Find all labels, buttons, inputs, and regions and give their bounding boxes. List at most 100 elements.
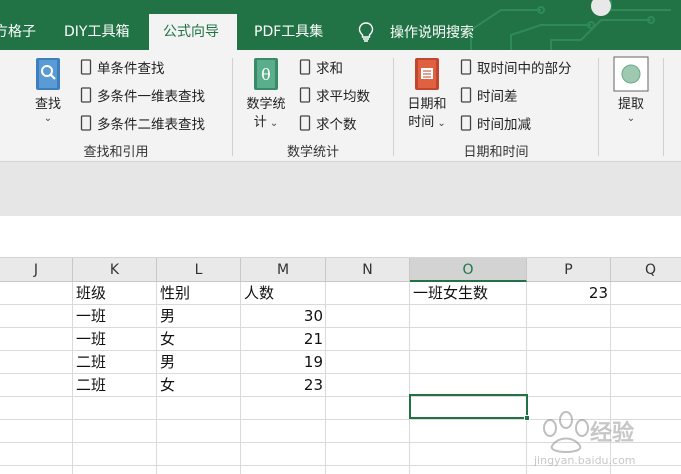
multi-condition-2d-lookup-button[interactable]: 多条件二维表查找 [80, 112, 205, 134]
grid-cell[interactable] [326, 305, 410, 328]
column-header-m[interactable]: M [241, 258, 326, 282]
table-header-count[interactable]: 人数 [241, 282, 326, 305]
grid-cell[interactable] [73, 443, 157, 466]
table-header-gender[interactable]: 性别 [157, 282, 241, 305]
grid-cell[interactable] [0, 328, 73, 351]
grid-cell[interactable] [0, 351, 73, 374]
grid-cell[interactable] [326, 282, 410, 305]
theta-book-icon: θ [254, 58, 278, 90]
active-cell-selection[interactable] [409, 394, 530, 421]
multi-condition-1d-lookup-button[interactable]: 多条件一维表查找 [80, 84, 205, 106]
column-header-n[interactable]: N [326, 258, 410, 282]
grid-cell[interactable] [0, 420, 73, 443]
result-label-cell[interactable]: 一班女生数 [410, 282, 527, 305]
grid-cell[interactable] [157, 466, 241, 474]
count-button[interactable]: 求个数 [299, 112, 357, 134]
grid-cell[interactable] [611, 374, 681, 397]
grid-cell[interactable] [73, 420, 157, 443]
grid-cell[interactable] [410, 420, 527, 443]
table-row[interactable]: 30 [241, 305, 326, 328]
group-datetime: 日期和 时间 ⌄ 取时间中的部分 时间差 时间加减 日期和时间 [394, 50, 598, 162]
bookmark-icon [299, 87, 311, 103]
grid-cell[interactable] [527, 328, 611, 351]
math-stats-label-1: 数学统 [246, 97, 286, 112]
math-stats-label-2: 计 [253, 115, 267, 130]
table-row[interactable]: 女 [157, 328, 241, 351]
grid-cell[interactable] [527, 351, 611, 374]
grid-cell[interactable] [0, 374, 73, 397]
baidu-jingyan-watermark-icon: 经验 jingyan.baidu.com [533, 411, 636, 467]
column-header-j[interactable]: J [0, 258, 73, 282]
table-row[interactable]: 19 [241, 351, 326, 374]
chevron-down-icon: ⌄ [43, 113, 53, 124]
math-stats-button[interactable]: θ 数学统 计 ⌄ [241, 56, 291, 132]
tab-fanggezi[interactable]: 方格子 [0, 14, 36, 50]
column-header-k[interactable]: K [73, 258, 157, 282]
grid-cell[interactable] [241, 420, 326, 443]
column-header-p[interactable]: P [527, 258, 611, 282]
table-row[interactable]: 一班 [73, 328, 157, 351]
table-row[interactable]: 23 [241, 374, 326, 397]
grid-cell[interactable] [73, 397, 157, 420]
grid-cell[interactable] [410, 328, 527, 351]
table-row[interactable]: 男 [157, 351, 241, 374]
tab-diy-toolbox[interactable]: DIY工具箱 [64, 14, 129, 50]
grid-cell[interactable] [0, 282, 73, 305]
table-row[interactable]: 二班 [73, 351, 157, 374]
column-header-q[interactable]: Q [611, 258, 681, 282]
grid-cell[interactable] [0, 466, 73, 474]
grid-cell[interactable] [326, 328, 410, 351]
single-condition-lookup-label: 单条件查找 [97, 61, 165, 77]
column-header-o[interactable]: O [410, 258, 527, 282]
grid-cell[interactable] [326, 420, 410, 443]
grid-cell[interactable] [241, 443, 326, 466]
help-search[interactable]: 操作说明搜索 [358, 14, 474, 50]
grid-cell[interactable] [410, 305, 527, 328]
bookmark-icon [460, 59, 472, 75]
grid-cell[interactable] [157, 420, 241, 443]
grid-cell[interactable] [611, 305, 681, 328]
time-add-button[interactable]: 时间加减 [460, 112, 531, 134]
single-condition-lookup-button[interactable]: 单条件查找 [80, 56, 165, 78]
grid-cell[interactable] [410, 351, 527, 374]
time-part-button[interactable]: 取时间中的部分 [460, 56, 572, 78]
table-row[interactable]: 男 [157, 305, 241, 328]
grid-cell[interactable] [326, 443, 410, 466]
grid-cell[interactable] [241, 397, 326, 420]
sum-button[interactable]: 求和 [299, 56, 343, 78]
grid-cell[interactable] [326, 351, 410, 374]
grid-cell[interactable] [0, 443, 73, 466]
tab-pdf-tools[interactable]: PDF工具集 [254, 14, 323, 50]
time-diff-button[interactable]: 时间差 [460, 84, 518, 106]
grid-cell[interactable] [0, 305, 73, 328]
grid-cell[interactable] [157, 443, 241, 466]
grid-cell[interactable] [73, 466, 157, 474]
extract-button[interactable]: 提取 ⌄ [611, 56, 651, 124]
lookup-button[interactable]: 查找 ⌄ [26, 56, 70, 124]
table-header-class[interactable]: 班级 [73, 282, 157, 305]
grid-cell[interactable] [241, 466, 326, 474]
column-header-l[interactable]: L [157, 258, 241, 282]
grid-cell[interactable] [410, 443, 527, 466]
grid-cell[interactable] [157, 397, 241, 420]
datetime-label-1: 日期和 [407, 97, 447, 112]
grid-cell[interactable] [326, 374, 410, 397]
table-row[interactable]: 女 [157, 374, 241, 397]
grid-cell[interactable] [527, 305, 611, 328]
table-row[interactable]: 二班 [73, 374, 157, 397]
average-button[interactable]: 求平均数 [299, 84, 370, 106]
grid-cell[interactable] [611, 351, 681, 374]
table-row[interactable]: 一班 [73, 305, 157, 328]
formula-bar[interactable] [0, 216, 681, 258]
datetime-button[interactable]: 日期和 时间 ⌄ [402, 56, 452, 132]
grid-cell[interactable] [326, 466, 410, 474]
table-row[interactable]: 21 [241, 328, 326, 351]
grid-cell[interactable] [611, 282, 681, 305]
grid-cell[interactable] [611, 328, 681, 351]
tab-formula-wizard[interactable]: 公式向导 [149, 14, 237, 50]
grid-cell[interactable] [0, 397, 73, 420]
result-value-cell[interactable]: 23 [527, 282, 611, 305]
grid-cell[interactable] [527, 374, 611, 397]
grid-cell[interactable] [326, 397, 410, 420]
grid-cell[interactable] [410, 466, 527, 474]
